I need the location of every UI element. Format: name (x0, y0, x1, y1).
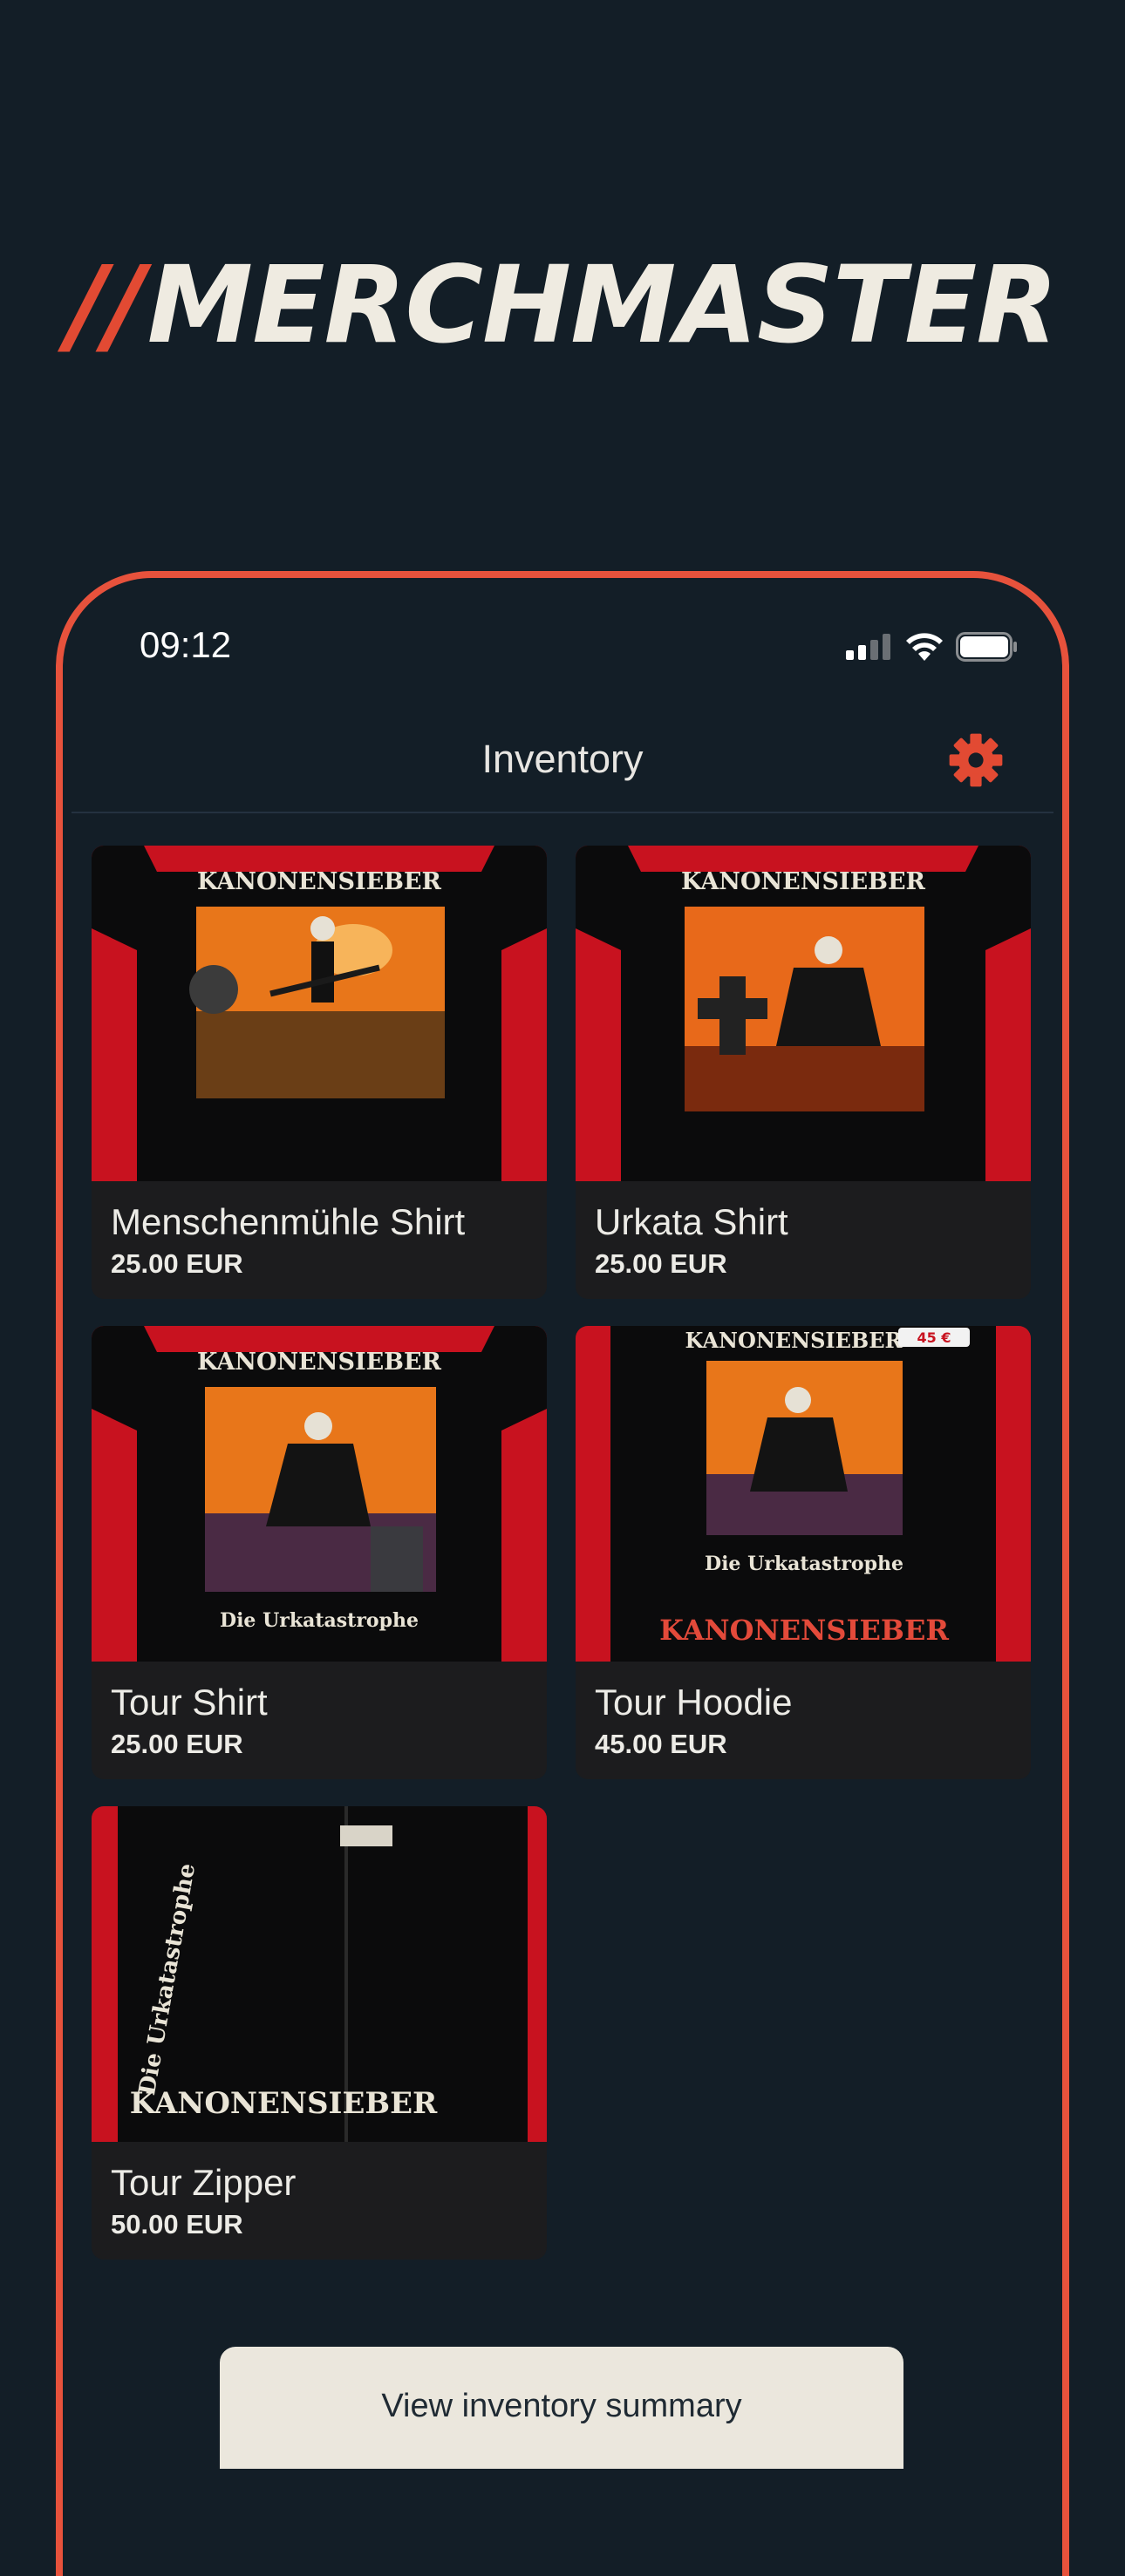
item-name: Tour Zipper (111, 2162, 297, 2203)
product-photo: KANONENSIEBER (576, 846, 1031, 1181)
view-inventory-summary-button[interactable]: View inventory summary (220, 2347, 903, 2469)
item-price: 45.00 EUR (595, 1729, 727, 1759)
shirt-caption-text: Die Urkatastrophe (220, 1609, 419, 1632)
hoodie-caption-text: Die Urkatastrophe (705, 1553, 903, 1575)
product-photo: KANONENSIEBER Die Urkatastrophe (92, 1326, 547, 1662)
battery-icon (956, 632, 1017, 662)
app-logo: //MERCHMASTER (0, 248, 1125, 362)
product-photo: KANONENSIEBER (92, 846, 547, 1181)
item-price: 25.00 EUR (111, 1729, 243, 1759)
product-photo: Die Urkatastrophe KANONENSIEBER (92, 1806, 547, 2142)
hoodie-print-text-lower: KANONENSIEBER (659, 1614, 949, 1647)
product-photo: KANONENSIEBER 45 € Die Urkatastrophe KAN… (576, 1326, 1031, 1662)
inventory-item-card[interactable]: KANONENSIEBER 45 € Die Urkatastrophe KAN… (576, 1326, 1031, 1779)
navigation-bar: Inventory (72, 709, 1053, 813)
item-name: Urkata Shirt (595, 1201, 788, 1242)
phone-frame: 09:12 Inventory KANONENSIEBER Menschenmü… (56, 571, 1069, 2576)
shirt-print-text: KANONENSIEBER (197, 1349, 442, 1376)
price-tag: 45 € (917, 1329, 951, 1346)
item-price: 50.00 EUR (111, 2209, 243, 2240)
item-price: 25.00 EUR (111, 1248, 243, 1279)
zipper-print-text: KANONENSIEBER (130, 2086, 438, 2121)
status-time: 09:12 (140, 624, 232, 665)
item-name: Tour Shirt (111, 1682, 268, 1723)
status-icons (846, 632, 1019, 662)
hoodie-print-text: KANONENSIEBER (685, 1328, 903, 1353)
inventory-item-card[interactable]: KANONENSIEBER Urkata Shirt 25.00 EUR (576, 846, 1031, 1299)
item-name: Tour Hoodie (595, 1682, 793, 1723)
item-name: Menschenmühle Shirt (111, 1201, 466, 1242)
shirt-print-text: KANONENSIEBER (197, 868, 442, 895)
logo-slashes: // (67, 243, 145, 367)
logo-wordmark: MERCHMASTER (147, 243, 1059, 367)
cellular-signal-icon (846, 634, 890, 660)
wifi-icon (906, 633, 943, 661)
page-title: Inventory (481, 737, 644, 781)
inventory-item-card[interactable]: KANONENSIEBER Die Urkatastrophe Tour Shi… (92, 1326, 547, 1779)
item-price: 25.00 EUR (595, 1248, 727, 1279)
settings-gear-icon[interactable] (947, 731, 1005, 789)
shirt-print-text: KANONENSIEBER (681, 868, 926, 895)
inventory-item-card[interactable]: KANONENSIEBER Menschenmühle Shirt 25.00 … (92, 846, 547, 1299)
inventory-item-card[interactable]: Die Urkatastrophe KANONENSIEBER Tour Zip… (92, 1806, 547, 2260)
